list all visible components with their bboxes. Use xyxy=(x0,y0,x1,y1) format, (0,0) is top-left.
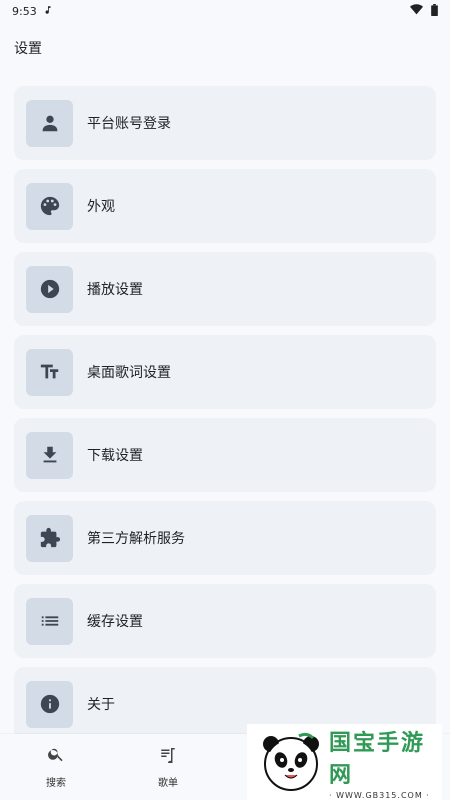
playlist-icon xyxy=(159,745,177,766)
download-icon xyxy=(26,431,73,479)
battery-icon xyxy=(431,3,438,19)
page-title: 设置 xyxy=(14,41,42,57)
settings-item-third-party[interactable]: 第三方解析服务 xyxy=(14,501,436,575)
panda-logo-icon xyxy=(263,732,319,791)
settings-item-label: 外观 xyxy=(87,199,115,215)
nav-label: 歌单 xyxy=(158,778,178,789)
watermark-title: 国宝手游网 xyxy=(329,730,426,788)
text-size-icon xyxy=(26,348,73,396)
settings-item-label: 缓存设置 xyxy=(87,614,143,630)
settings-item-label: 下载设置 xyxy=(87,448,143,464)
settings-item-desktop-lyrics[interactable]: 桌面歌词设置 xyxy=(14,335,436,409)
person-icon xyxy=(26,99,73,147)
wifi-icon xyxy=(410,4,423,18)
settings-list: 平台账号登录 外观 播放设置 桌面歌词设置 下载设置 第三方解析服务 缓存设置 … xyxy=(0,74,450,741)
settings-item-cache[interactable]: 缓存设置 xyxy=(14,584,436,658)
play-circle-icon xyxy=(26,265,73,313)
settings-item-label: 第三方解析服务 xyxy=(87,531,185,547)
search-icon xyxy=(47,745,65,766)
settings-item-label: 桌面歌词设置 xyxy=(87,365,171,381)
settings-item-account-login[interactable]: 平台账号登录 xyxy=(14,86,436,160)
palette-icon xyxy=(26,182,73,230)
settings-item-label: 平台账号登录 xyxy=(87,116,171,132)
music-note-icon xyxy=(43,4,53,19)
nav-item-search[interactable]: 搜索 xyxy=(0,734,112,800)
list-icon xyxy=(26,597,73,645)
puzzle-icon xyxy=(26,514,73,562)
nav-label: 搜索 xyxy=(46,778,66,789)
settings-item-playback[interactable]: 播放设置 xyxy=(14,252,436,326)
settings-item-label: 关于 xyxy=(87,697,115,713)
status-time: 9:53 xyxy=(12,4,37,18)
watermark: 国宝手游网 · WWW.GB315.COM · xyxy=(247,724,442,800)
settings-item-download[interactable]: 下载设置 xyxy=(14,418,436,492)
settings-item-appearance[interactable]: 外观 xyxy=(14,169,436,243)
status-bar: 9:53 xyxy=(0,0,450,22)
info-icon xyxy=(26,680,73,728)
app-header: 设置 xyxy=(0,22,450,74)
nav-item-playlist[interactable]: 歌单 xyxy=(112,734,224,800)
settings-item-label: 播放设置 xyxy=(87,282,143,298)
watermark-url: · WWW.GB315.COM · xyxy=(329,790,430,800)
